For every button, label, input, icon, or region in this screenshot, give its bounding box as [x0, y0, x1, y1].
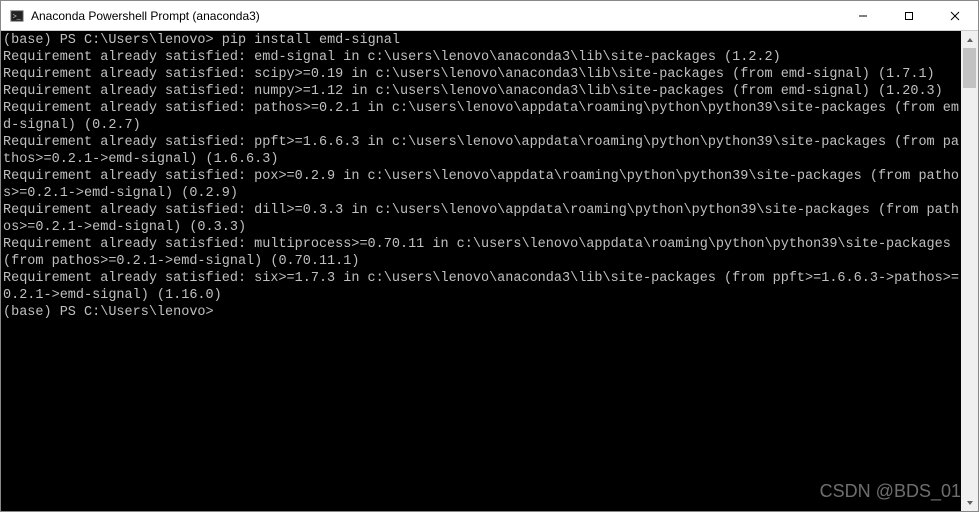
output-line: Requirement already satisfied: numpy>=1.… — [3, 84, 943, 99]
maximize-button[interactable] — [886, 1, 932, 31]
scroll-down-button[interactable] — [961, 494, 978, 511]
svg-text:>_: >_ — [13, 13, 21, 20]
window-controls — [840, 1, 978, 30]
minimize-button[interactable] — [840, 1, 886, 31]
output-line: Requirement already satisfied: six>=1.7.… — [3, 271, 959, 303]
scroll-up-button[interactable] — [961, 31, 978, 48]
terminal-icon: >_ — [9, 8, 25, 24]
titlebar[interactable]: >_ Anaconda Powershell Prompt (anaconda3… — [1, 1, 978, 31]
close-button[interactable] — [932, 1, 978, 31]
output-line: Requirement already satisfied: emd-signa… — [3, 50, 781, 65]
window-title: Anaconda Powershell Prompt (anaconda3) — [31, 9, 840, 23]
output-line: Requirement already satisfied: dill>=0.3… — [3, 203, 959, 235]
scrollbar-thumb[interactable] — [963, 48, 976, 88]
app-window: >_ Anaconda Powershell Prompt (anaconda3… — [0, 0, 979, 512]
prompt-prefix: (base) PS C:\Users\lenovo> — [3, 33, 222, 48]
prompt-prefix: (base) PS C:\Users\lenovo> — [3, 305, 214, 320]
output-line: Requirement already satisfied: pox>=0.2.… — [3, 169, 959, 201]
output-line: Requirement already satisfied: pathos>=0… — [3, 101, 959, 133]
scrollbar-track[interactable] — [961, 48, 978, 494]
terminal-output[interactable]: (base) PS C:\Users\lenovo> pip install e… — [1, 31, 961, 511]
vertical-scrollbar[interactable] — [961, 31, 978, 511]
command-text: pip install emd-signal — [222, 33, 400, 48]
output-line: Requirement already satisfied: multiproc… — [3, 237, 959, 269]
output-line: Requirement already satisfied: ppft>=1.6… — [3, 135, 959, 167]
output-line: Requirement already satisfied: scipy>=0.… — [3, 67, 935, 82]
terminal-area: (base) PS C:\Users\lenovo> pip install e… — [1, 31, 978, 511]
